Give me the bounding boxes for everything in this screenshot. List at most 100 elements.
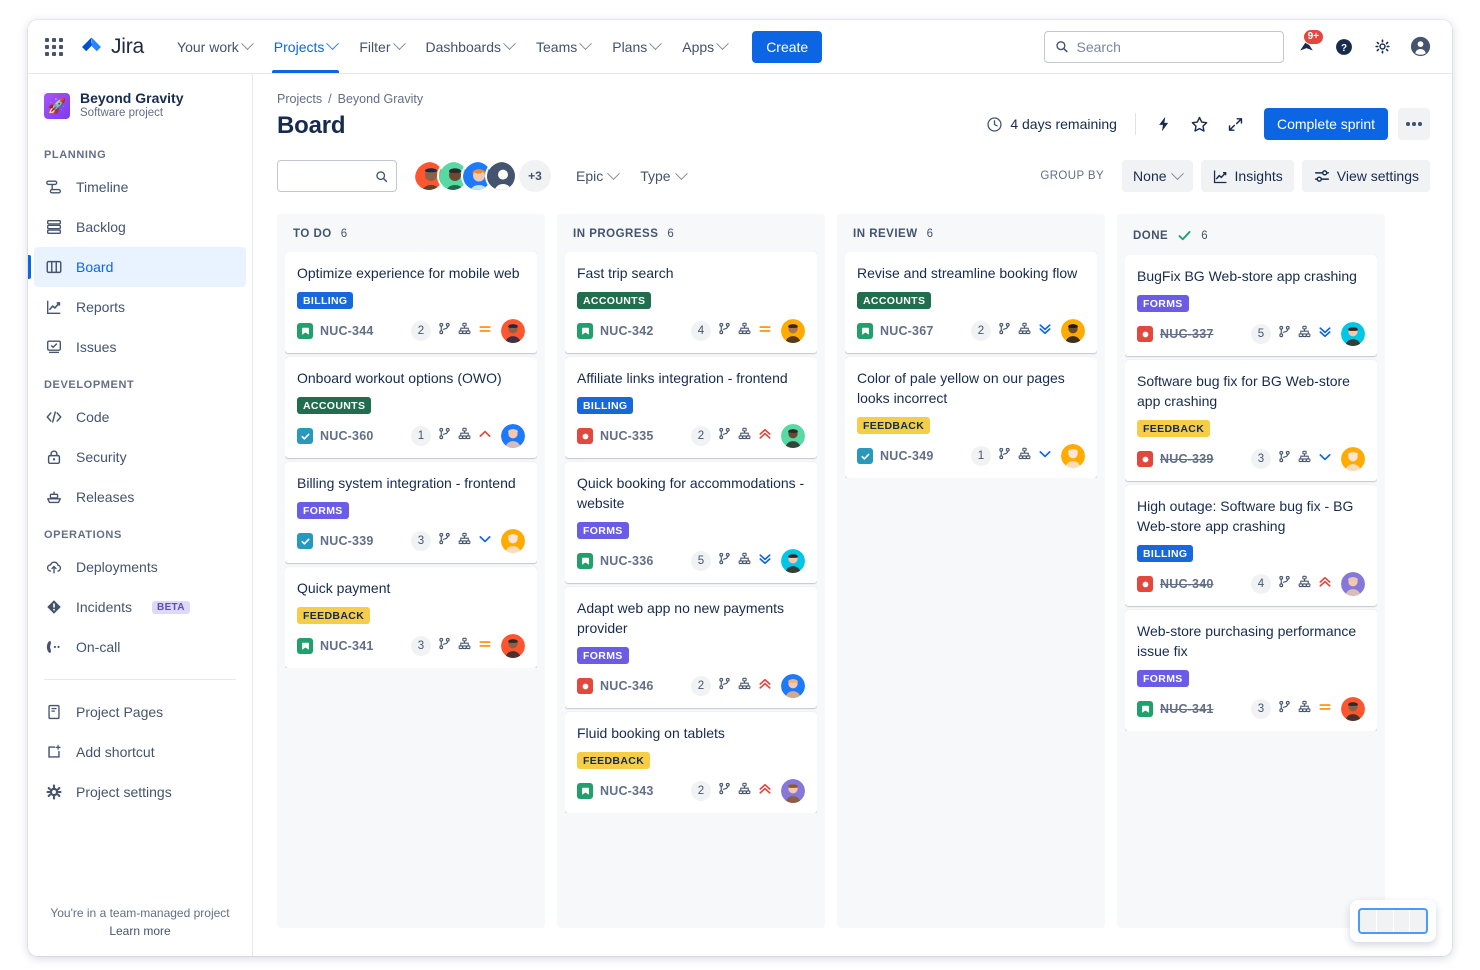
epic-filter[interactable]: Epic: [565, 160, 629, 192]
complete-sprint-button[interactable]: Complete sprint: [1264, 108, 1388, 140]
epic-label[interactable]: BILLING: [297, 292, 353, 309]
global-search[interactable]: [1044, 31, 1284, 63]
epic-label[interactable]: FORMS: [297, 502, 349, 519]
issue-card[interactable]: Optimize experience for mobile webBILLIN…: [285, 252, 537, 353]
issue-card[interactable]: Fast trip searchACCOUNTSNUC-3424: [565, 252, 817, 353]
issue-card[interactable]: Web-store purchasing performance issue f…: [1125, 610, 1377, 731]
issue-card[interactable]: Billing system integration - frontendFOR…: [285, 462, 537, 563]
board-search-input[interactable]: [286, 168, 375, 184]
assignee-avatar[interactable]: [1341, 447, 1365, 471]
epic-label[interactable]: ACCOUNTS: [297, 397, 371, 414]
settings-button[interactable]: [1366, 31, 1398, 63]
issue-card[interactable]: Color of pale yellow on our pages looks …: [845, 357, 1097, 478]
epic-label[interactable]: FORMS: [1137, 670, 1189, 687]
sidebar-item-code[interactable]: Code: [34, 397, 246, 437]
board-view-widget[interactable]: [1350, 900, 1436, 942]
issue-key[interactable]: NUC-343: [600, 784, 654, 798]
group-by-select[interactable]: None: [1122, 160, 1192, 192]
assignee-avatar[interactable]: [781, 779, 805, 803]
sidebar-item-deployments[interactable]: Deployments: [34, 547, 246, 587]
issue-card[interactable]: Onboard workout options (OWO)ACCOUNTSNUC…: [285, 357, 537, 458]
epic-label[interactable]: FORMS: [1137, 295, 1189, 312]
expand-button[interactable]: [1220, 108, 1252, 140]
issue-key[interactable]: NUC-340: [1160, 577, 1214, 591]
sidebar-item-timeline[interactable]: Timeline: [34, 167, 246, 207]
automation-button[interactable]: [1148, 108, 1180, 140]
issue-key[interactable]: NUC-341: [1160, 702, 1214, 716]
nav-item-plans[interactable]: Plans: [601, 20, 671, 73]
assignee-avatar[interactable]: [1061, 319, 1085, 343]
epic-label[interactable]: FEEDBACK: [1137, 420, 1210, 437]
assignee-avatar[interactable]: [501, 319, 525, 343]
epic-label[interactable]: FEEDBACK: [297, 607, 370, 624]
profile-button[interactable]: [1404, 31, 1436, 63]
search-input[interactable]: [1077, 39, 1273, 55]
view-settings-button[interactable]: View settings: [1302, 160, 1430, 192]
sidebar-item-on-call[interactable]: On-call: [34, 627, 246, 667]
avatar[interactable]: [485, 160, 517, 192]
assignee-avatar[interactable]: [781, 319, 805, 343]
assignee-avatar[interactable]: [781, 674, 805, 698]
nav-item-apps[interactable]: Apps: [671, 20, 738, 73]
sidebar-item-incidents[interactable]: Incidents BETA: [34, 587, 246, 627]
epic-label[interactable]: BILLING: [1137, 545, 1193, 562]
project-header[interactable]: 🚀 Beyond Gravity Software project: [28, 90, 252, 137]
issue-key[interactable]: NUC-337: [1160, 327, 1214, 341]
issue-key[interactable]: NUC-339: [1160, 452, 1214, 466]
assignee-avatar[interactable]: [1061, 444, 1085, 468]
issue-key[interactable]: NUC-367: [880, 324, 934, 338]
help-button[interactable]: ?: [1328, 31, 1360, 63]
issue-card[interactable]: Quick paymentFEEDBACKNUC-3413: [285, 567, 537, 668]
issue-card[interactable]: Affiliate links integration - frontendBI…: [565, 357, 817, 458]
sidebar-item-security[interactable]: Security: [34, 437, 246, 477]
jira-logo[interactable]: Jira: [80, 35, 144, 59]
assignee-avatar[interactable]: [781, 549, 805, 573]
assignee-avatar[interactable]: [1341, 322, 1365, 346]
sidebar-item-add-shortcut[interactable]: Add shortcut: [34, 732, 246, 772]
assignee-avatar[interactable]: [501, 424, 525, 448]
sidebar-item-issues[interactable]: Issues: [34, 327, 246, 367]
issue-key[interactable]: NUC-341: [320, 639, 374, 653]
issue-key[interactable]: NUC-344: [320, 324, 374, 338]
create-button[interactable]: Create: [752, 31, 822, 63]
type-filter[interactable]: Type: [629, 160, 696, 192]
breadcrumb-project[interactable]: Beyond Gravity: [338, 92, 423, 106]
star-button[interactable]: [1184, 108, 1216, 140]
issue-key[interactable]: NUC-346: [600, 679, 654, 693]
issue-card[interactable]: Software bug fix for BG Web-store app cr…: [1125, 360, 1377, 481]
issue-card[interactable]: Revise and streamline booking flowACCOUN…: [845, 252, 1097, 353]
nav-item-your-work[interactable]: Your work: [166, 20, 263, 73]
board-search[interactable]: [277, 160, 397, 192]
epic-label[interactable]: ACCOUNTS: [857, 292, 931, 309]
sidebar-item-project-pages[interactable]: Project Pages: [34, 692, 246, 732]
issue-card[interactable]: High outage: Software bug fix - BG Web-s…: [1125, 485, 1377, 606]
sidebar-item-board[interactable]: Board: [34, 247, 246, 287]
assignee-avatar[interactable]: [501, 529, 525, 553]
nav-item-teams[interactable]: Teams: [525, 20, 601, 73]
epic-label[interactable]: FEEDBACK: [577, 752, 650, 769]
issue-card[interactable]: Quick booking for accommodations - websi…: [565, 462, 817, 583]
nav-item-filter[interactable]: Filter: [348, 20, 414, 73]
assignee-avatar[interactable]: [501, 634, 525, 658]
issue-card[interactable]: Adapt web app no new payments providerFO…: [565, 587, 817, 708]
notifications-button[interactable]: 9+: [1290, 31, 1322, 63]
insights-button[interactable]: Insights: [1201, 160, 1294, 192]
epic-label[interactable]: BILLING: [577, 397, 633, 414]
issue-key[interactable]: NUC-336: [600, 554, 654, 568]
learn-more-link[interactable]: Learn more: [28, 924, 252, 938]
breadcrumb-projects[interactable]: Projects: [277, 92, 322, 106]
issue-card[interactable]: Fluid booking on tabletsFEEDBACKNUC-3432: [565, 712, 817, 813]
more-options-button[interactable]: [1398, 108, 1430, 140]
epic-label[interactable]: FEEDBACK: [857, 417, 930, 434]
app-switcher-icon[interactable]: [38, 31, 70, 63]
issue-card[interactable]: BugFix BG Web-store app crashingFORMSNUC…: [1125, 255, 1377, 356]
epic-label[interactable]: ACCOUNTS: [577, 292, 651, 309]
nav-item-dashboards[interactable]: Dashboards: [415, 20, 526, 73]
avatar-overflow-count[interactable]: +3: [519, 160, 551, 192]
issue-key[interactable]: NUC-339: [320, 534, 374, 548]
assignee-avatar[interactable]: [1341, 572, 1365, 596]
sidebar-item-backlog[interactable]: Backlog: [34, 207, 246, 247]
epic-label[interactable]: FORMS: [577, 522, 629, 539]
nav-item-projects[interactable]: Projects: [263, 20, 349, 73]
issue-key[interactable]: NUC-335: [600, 429, 654, 443]
